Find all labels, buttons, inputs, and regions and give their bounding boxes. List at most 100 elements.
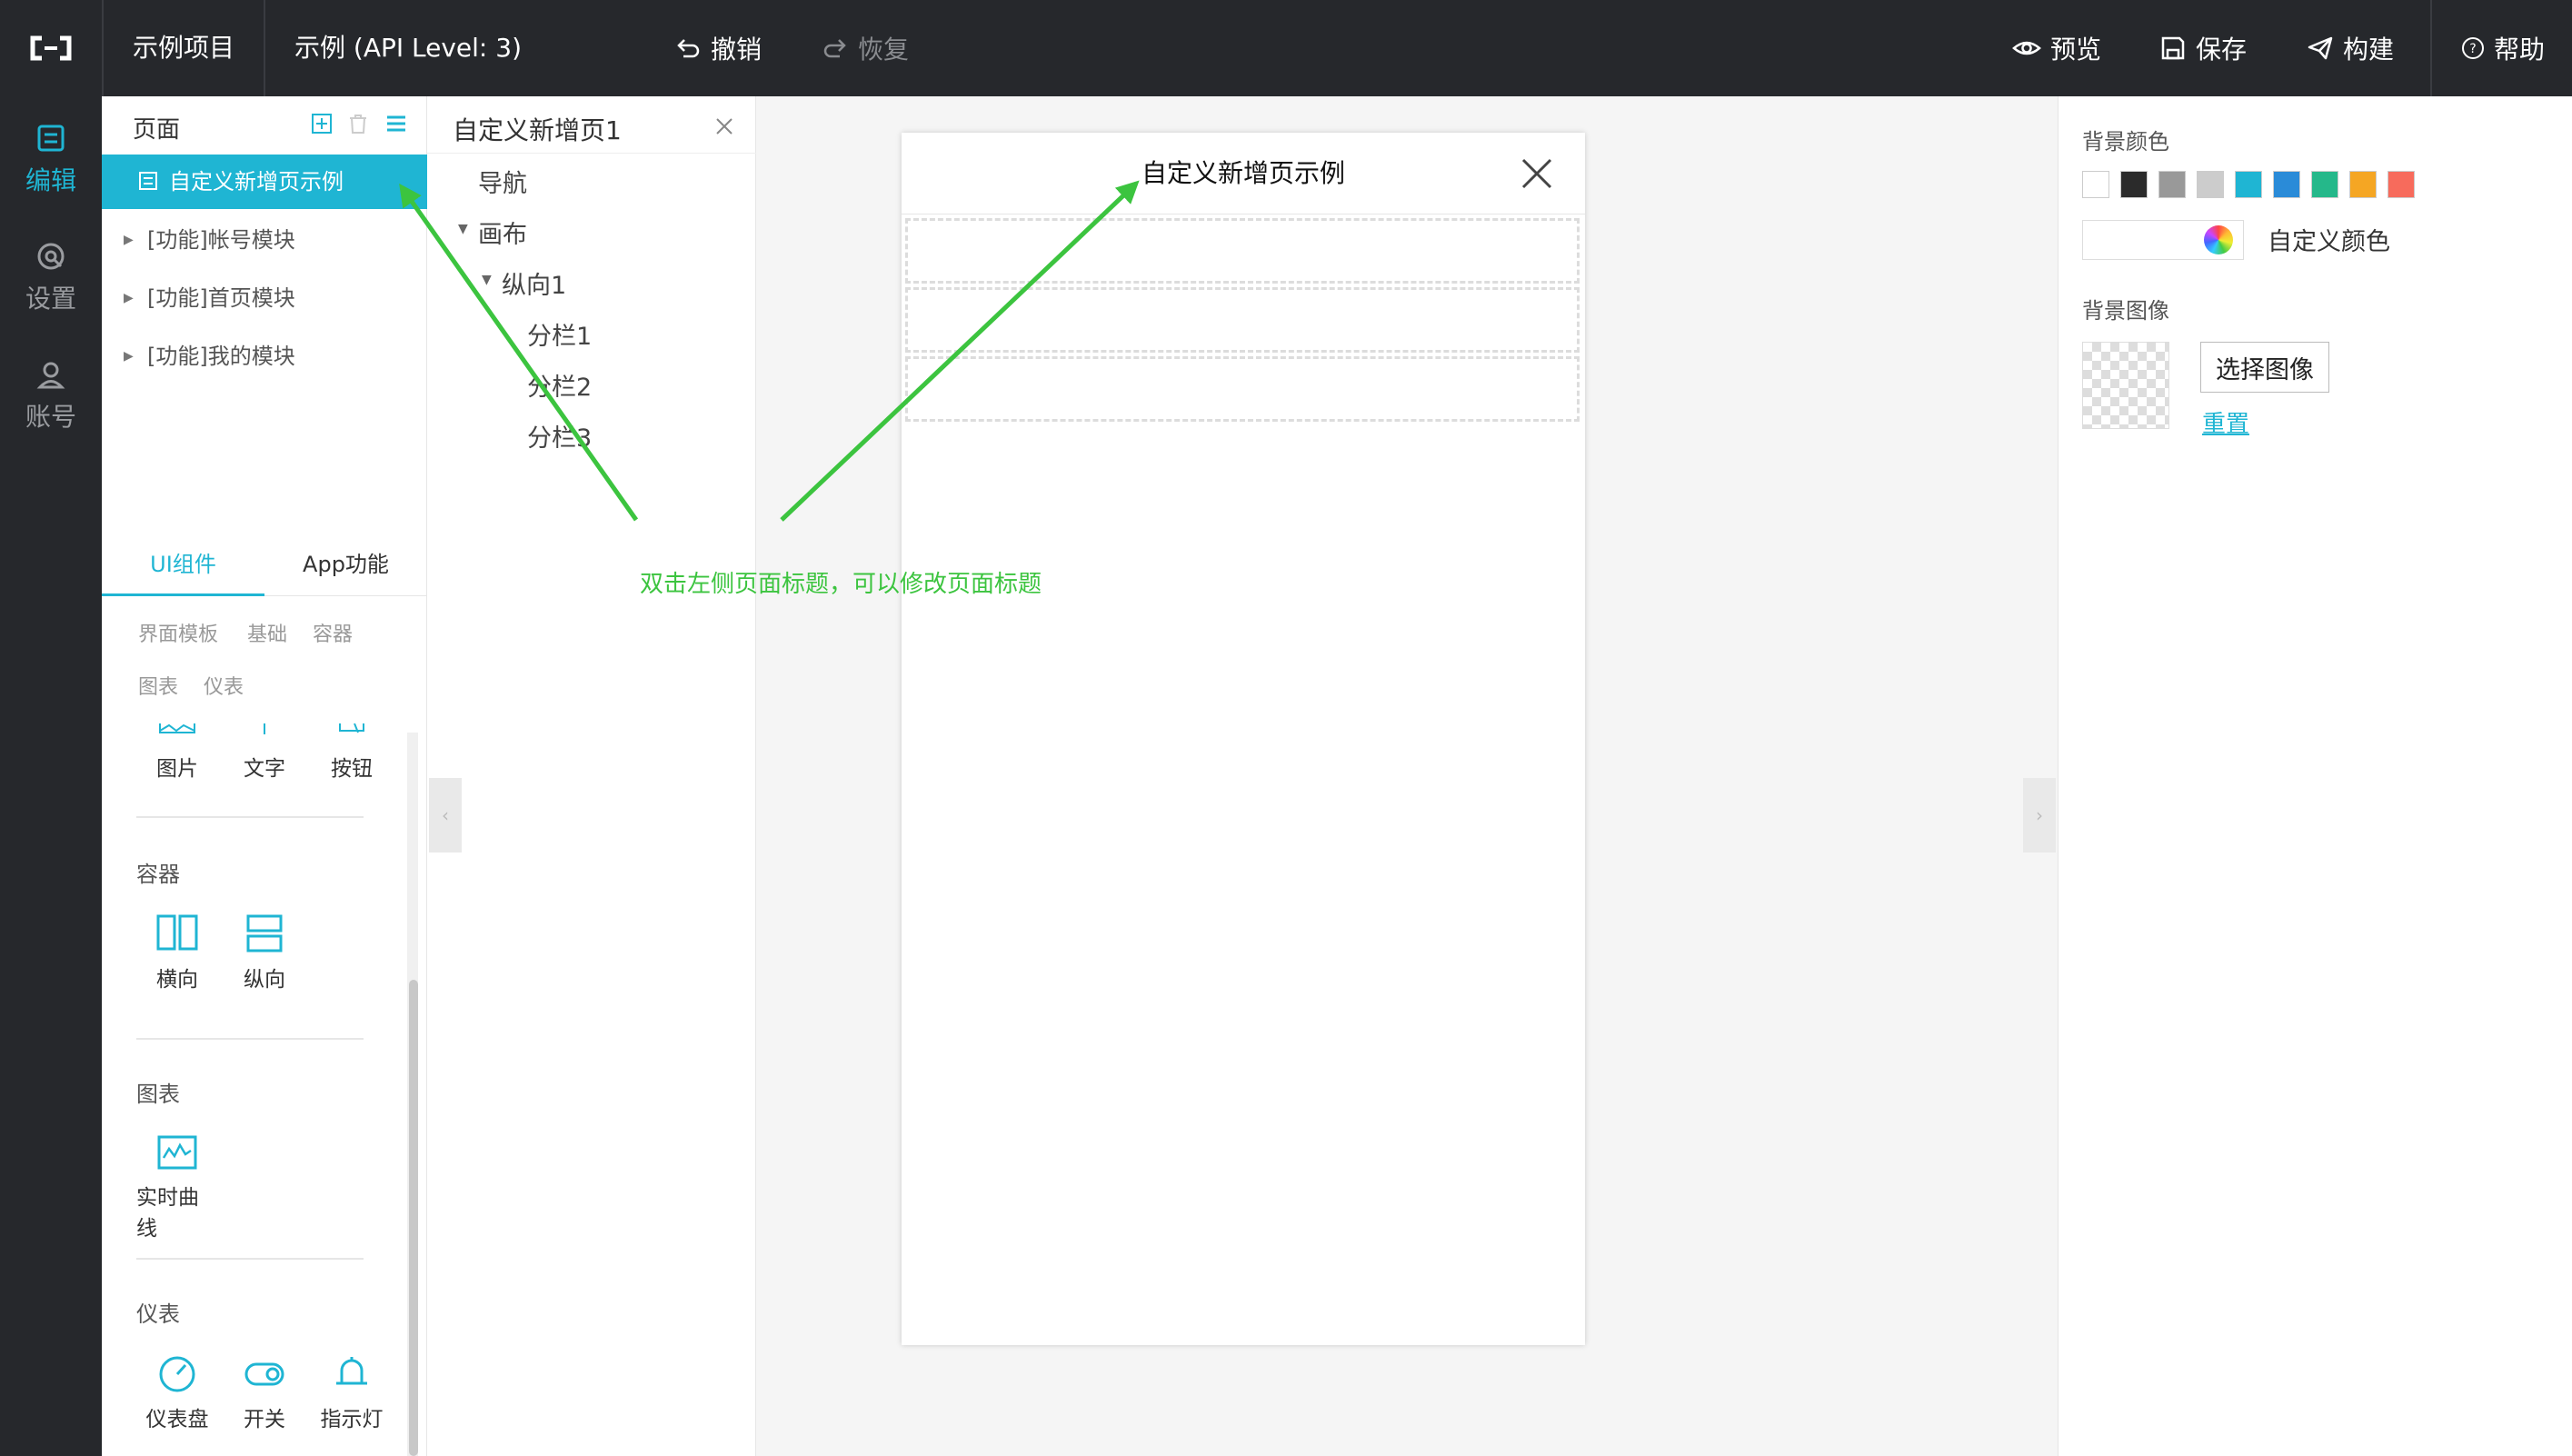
color-swatch[interactable] [2120, 171, 2148, 198]
divider [136, 1258, 364, 1260]
color-swatch[interactable] [2311, 171, 2338, 198]
add-page-icon[interactable] [311, 113, 333, 135]
component-dashboard[interactable]: 仪表盘 [136, 1354, 218, 1432]
collapse-right-button[interactable]: › [2023, 778, 2056, 853]
bg-image-label: 背景图像 [2082, 298, 2169, 324]
tree-node-nav[interactable]: 导航 [478, 164, 527, 199]
reset-link[interactable]: 重置 [2202, 405, 2249, 439]
component-text[interactable]: 文字 [224, 723, 305, 782]
category-basic[interactable]: 基础 [247, 618, 287, 647]
undo-label: 撤销 [711, 35, 763, 65]
tree-node-vertical[interactable]: 纵向1 [502, 265, 566, 301]
nav-settings[interactable]: 设置 [0, 224, 102, 333]
bg-image-preview [2082, 342, 2169, 429]
page-item-label: [功能]我的模块 [147, 344, 295, 369]
choose-image-button[interactable]: 选择图像 [2200, 342, 2329, 393]
phone-page-title[interactable]: 自定义新增页示例 [902, 133, 1585, 214]
edit-icon [37, 125, 65, 152]
divider [102, 0, 104, 96]
component-horizontal[interactable]: 横向 [136, 914, 218, 992]
color-swatch[interactable] [2235, 171, 2262, 198]
category-gauge[interactable]: 仪表 [204, 671, 244, 700]
page-item[interactable]: ▶ [功能]我的模块 [102, 329, 427, 384]
save-label: 保存 [2196, 35, 2248, 65]
tree-node-column[interactable]: 分栏3 [527, 418, 592, 454]
tree-node-column[interactable]: 分栏2 [527, 367, 592, 403]
component-indicator[interactable]: 指示灯 [311, 1354, 393, 1432]
chevron-right-icon: › [2036, 804, 2043, 826]
phone-canvas[interactable]: 自定义新增页示例 [902, 133, 1585, 1345]
component-button[interactable]: 按钮 [311, 723, 393, 782]
help-button[interactable]: ? 帮助 [2461, 0, 2545, 96]
section-chart-title: 图表 [136, 1082, 180, 1107]
color-swatch[interactable] [2197, 171, 2224, 198]
bell-icon [336, 1357, 367, 1385]
column-placeholder[interactable] [905, 287, 1580, 353]
color-swatch[interactable] [2082, 171, 2109, 198]
tree-node-column[interactable]: 分栏1 [527, 316, 592, 352]
close-icon[interactable] [714, 116, 734, 136]
caret-right-icon[interactable]: ▶ [124, 329, 134, 384]
undo-button[interactable]: 撤销 [674, 0, 762, 96]
component-text-label: 文字 [244, 757, 285, 781]
component-image-label: 图片 [156, 757, 198, 781]
nav-edit[interactable]: 编辑 [0, 105, 102, 214]
page-item[interactable]: ▶ [功能]帐号模块 [102, 213, 427, 267]
column-placeholder[interactable] [905, 218, 1580, 284]
line-chart-icon [157, 1135, 197, 1170]
category-container[interactable]: 容器 [313, 618, 353, 647]
settings-icon [37, 243, 65, 270]
close-icon[interactable] [1520, 156, 1554, 191]
section-container-title: 容器 [136, 862, 180, 887]
trash-icon[interactable] [347, 113, 369, 135]
scrollbar-thumb[interactable] [409, 980, 418, 1456]
caret-right-icon[interactable]: ▶ [124, 213, 134, 267]
build-label: 构建 [2343, 35, 2395, 65]
divider [427, 153, 756, 154]
preview-button[interactable]: 预览 [2012, 0, 2101, 96]
color-swatch[interactable] [2349, 171, 2377, 198]
column-placeholder[interactable] [905, 356, 1580, 422]
redo-label: 恢复 [858, 35, 910, 65]
divider [136, 1038, 364, 1040]
pointer-icon [339, 723, 364, 733]
user-icon [36, 362, 65, 389]
redo-button[interactable]: 恢复 [822, 0, 909, 96]
nav-account[interactable]: 账号 [0, 342, 102, 451]
page-item[interactable]: ▶ [功能]首页模块 [102, 271, 427, 325]
menu-icon[interactable] [385, 113, 407, 135]
caret-down-icon[interactable]: ▼ [482, 273, 492, 287]
component-vertical[interactable]: 纵向 [224, 914, 305, 992]
save-button[interactable]: 保存 [2159, 0, 2247, 96]
build-button[interactable]: 构建 [2307, 0, 2394, 96]
component-vertical-label: 纵向 [244, 968, 285, 992]
tab-ui-components[interactable]: UI组件 [102, 533, 264, 596]
divider [2430, 0, 2432, 96]
tree-panel: 自定义新增页1 导航 ▼ 画布 ▼ 纵向1 分栏1 分栏2 分栏3 [427, 96, 756, 1456]
color-swatch[interactable] [2273, 171, 2300, 198]
component-indicator-label: 指示灯 [320, 1408, 384, 1431]
nav-edit-label: 编辑 [25, 165, 76, 195]
nav-settings-label: 设置 [25, 284, 76, 314]
project-name[interactable]: 示例项目 [133, 0, 234, 96]
tree-node-canvas[interactable]: 画布 [478, 214, 527, 250]
component-realtime-curve[interactable]: 实时曲线 [136, 1134, 218, 1242]
caret-down-icon[interactable]: ▼ [458, 222, 468, 236]
color-picker-icon[interactable] [2204, 225, 2233, 254]
category-chart[interactable]: 图表 [138, 671, 178, 700]
tree-title[interactable]: 自定义新增页1 [453, 111, 622, 147]
caret-right-icon[interactable]: ▶ [124, 271, 134, 325]
tab-app-features[interactable]: App功能 [264, 533, 427, 596]
component-switch[interactable]: 开关 [224, 1354, 305, 1432]
collapse-left-button[interactable]: ‹ [429, 778, 462, 853]
send-icon [2308, 36, 2333, 60]
svg-text:?: ? [2469, 42, 2476, 56]
component-image[interactable]: 图片 [136, 723, 218, 782]
eye-icon [2012, 41, 2041, 55]
image-icon [159, 723, 195, 733]
page-item-label: 自定义新增页示例 [169, 169, 344, 194]
category-templates[interactable]: 界面模板 [138, 618, 218, 647]
page-item[interactable]: 自定义新增页示例 [102, 155, 427, 209]
color-swatch[interactable] [2388, 171, 2415, 198]
color-swatch[interactable] [2158, 171, 2186, 198]
